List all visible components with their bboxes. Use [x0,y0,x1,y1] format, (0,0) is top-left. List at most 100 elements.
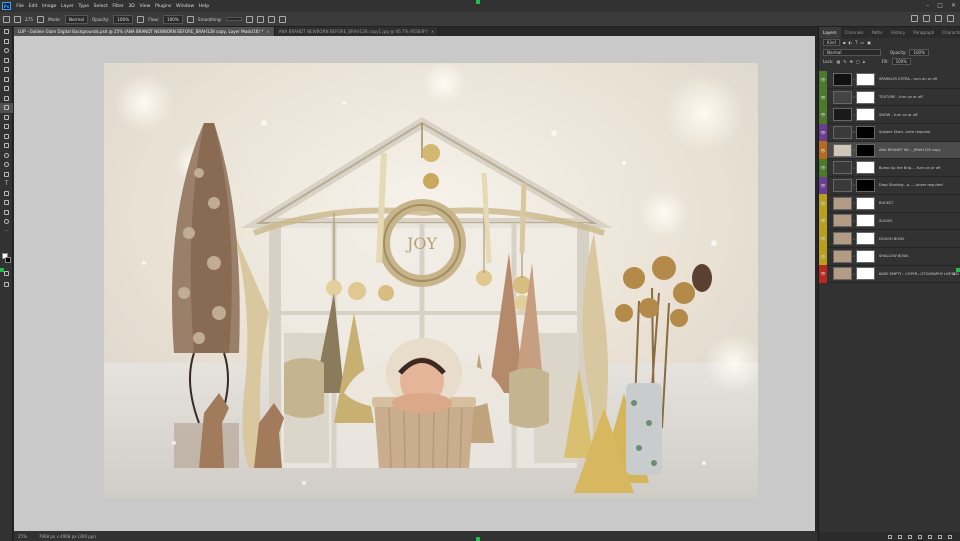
home-icon[interactable] [3,15,10,23]
visibility-eye-icon[interactable]: 👁︎ [819,229,827,248]
smoothing-field[interactable] [225,17,242,21]
visibility-eye-icon[interactable]: 👁︎ [819,141,827,159]
document-info[interactable]: 7968 px x 4968 px (300 ppi) [39,534,96,539]
new-layer-icon[interactable] [938,534,942,539]
maximize-icon[interactable]: □ [937,2,943,9]
layer-row[interactable]: 👁︎ ∞ Bump Up the Brig...- turn on or off [819,158,960,178]
filter-shape-icon[interactable]: ▭ [860,40,864,45]
layer-thumbnail[interactable] [833,178,852,192]
lock-transparent-icon[interactable]: ▦ [836,59,840,64]
layer-row[interactable]: 👁︎ ∞ DOUGH BOWL [819,229,960,248]
healing-brush-tool-icon[interactable] [0,94,13,104]
layer-row[interactable]: 👁︎ ∞ ANA BRANDT NE..._BRAH128 copy [819,141,960,160]
kind-filter-dropdown[interactable]: Kind [823,39,840,47]
layer-thumbnail[interactable] [833,108,852,122]
layer-thumbnail[interactable] [833,125,852,139]
layer-row[interactable]: 👁︎ ∞ BUCKET [819,194,960,213]
type-tool-icon[interactable]: T [0,179,13,189]
angle-icon[interactable] [256,15,264,23]
layer-mask-thumbnail[interactable] [856,267,875,281]
layer-mask-thumbnail[interactable] [856,196,875,210]
layer-row[interactable]: 👁︎ ∞ SNOW - turn on or off [819,105,960,125]
eyedropper-tool-icon[interactable] [0,84,13,94]
layer-opacity-field[interactable]: 100% [909,48,929,56]
adjustment-layer-icon[interactable] [918,534,922,539]
visibility-eye-icon[interactable]: 👁︎ [819,105,827,124]
layer-thumbnail[interactable] [833,90,852,104]
menu-image[interactable]: Image [40,4,59,9]
menu-layer[interactable]: Layer [59,4,76,9]
layer-thumbnail[interactable] [833,72,852,86]
hand-tool-icon[interactable] [0,208,13,218]
delete-layer-icon[interactable] [948,534,952,539]
layer-mask-thumbnail[interactable] [856,108,875,122]
layer-row[interactable]: 👁︎ ∞ BASE EMPTY - COPYR...OTOGRAPHY LIMITE… [819,265,960,284]
more-tools-icon[interactable]: ··· [0,227,13,237]
layer-mask-thumbnail[interactable] [856,161,875,175]
visibility-eye-icon[interactable]: 👁︎ [819,247,827,266]
new-group-icon[interactable] [928,534,932,539]
pressure-opacity-icon[interactable] [137,15,145,23]
search-icon[interactable] [911,15,918,22]
layer-row[interactable]: 👁︎ ∞ Drop Shading - p......ohere required [819,176,960,195]
layer-row[interactable]: 👁︎ ∞ Subject Shad...here required [819,123,960,142]
fill-field[interactable]: 100% [891,58,912,66]
visibility-eye-icon[interactable]: 👁︎ [819,158,827,177]
gradient-tool-icon[interactable] [0,141,13,151]
cloud-icon[interactable] [923,15,930,22]
close-tab-icon[interactable]: × [431,29,434,34]
dodge-tool-icon[interactable] [0,160,13,170]
tab-newborn-before[interactable]: ANA BRANDT NEWBORN BEFORE_BRAH128 copy1.… [274,27,440,36]
menu-type[interactable]: Type [76,4,91,9]
layer-mask-thumbnail[interactable] [856,143,875,157]
filter-pixel-icon[interactable]: ▪ [843,40,846,45]
add-mask-icon[interactable] [908,534,912,539]
layer-row[interactable]: 👁︎ ∞ SHALLOW BOWL [819,247,960,266]
crop-tool-icon[interactable] [0,65,13,75]
close-icon[interactable]: ✕ [951,2,956,9]
lock-position-icon[interactable]: ✥ [850,59,853,64]
layer-row[interactable]: 👁︎ ∞ TEXTURE - turn on or off [819,88,960,107]
opacity-field[interactable]: 100% [113,14,134,24]
visibility-eye-icon[interactable]: 👁︎ [819,88,827,106]
brush-tool-icon[interactable] [0,103,13,113]
menu-file[interactable]: File [14,4,26,9]
layer-mask-thumbnail[interactable] [856,72,875,86]
workspace-icon[interactable] [935,15,942,22]
history-brush-tool-icon[interactable] [0,122,13,132]
layer-thumbnail[interactable] [833,267,852,281]
lock-pixels-icon[interactable]: ✎ [843,59,846,64]
visibility-eye-icon[interactable]: 👁︎ [819,265,827,283]
brush-tool-preset-icon[interactable] [14,15,21,23]
layer-mask-thumbnail[interactable] [856,214,875,228]
filter-type-icon[interactable]: T [855,40,857,45]
minimize-icon[interactable]: – [926,2,929,9]
airbrush-icon[interactable] [186,15,194,23]
share-icon[interactable] [947,15,954,22]
menu-view[interactable]: View [137,4,153,9]
pen-tool-icon[interactable] [0,170,13,180]
tab-channels[interactable]: Channels [841,27,868,38]
tab-history[interactable]: History [887,27,910,38]
visibility-eye-icon[interactable]: 👁︎ [819,176,827,195]
layer-thumbnail[interactable] [833,143,852,157]
filter-smart-object-icon[interactable]: ▣ [867,40,871,45]
lock-all-icon[interactable]: 🔒︎ [863,59,865,64]
link-layers-icon[interactable] [888,534,892,539]
menu-help[interactable]: Help [196,4,211,9]
tab-golden-glam[interactable]: LUP - Golden Glam Digital Backgrounds.ps… [14,27,275,36]
zoom-tool-icon[interactable] [0,217,13,227]
layer-style-icon[interactable] [898,534,902,539]
layer-thumbnail[interactable] [833,214,852,228]
symmetry-icon[interactable] [278,15,286,23]
lock-artboard-icon[interactable]: ▢ [856,59,860,64]
path-selection-tool-icon[interactable] [0,189,13,199]
brush-settings-icon[interactable] [37,15,44,23]
layer-mask-thumbnail[interactable] [856,249,875,263]
close-tab-icon[interactable]: × [266,29,269,34]
menu-select[interactable]: Select [91,4,110,9]
zoom-level[interactable]: 25% [18,534,27,539]
filter-adjustment-icon[interactable]: ◐ [849,40,853,45]
tab-paths[interactable]: Paths [868,27,887,38]
layer-thumbnail[interactable] [833,232,852,246]
